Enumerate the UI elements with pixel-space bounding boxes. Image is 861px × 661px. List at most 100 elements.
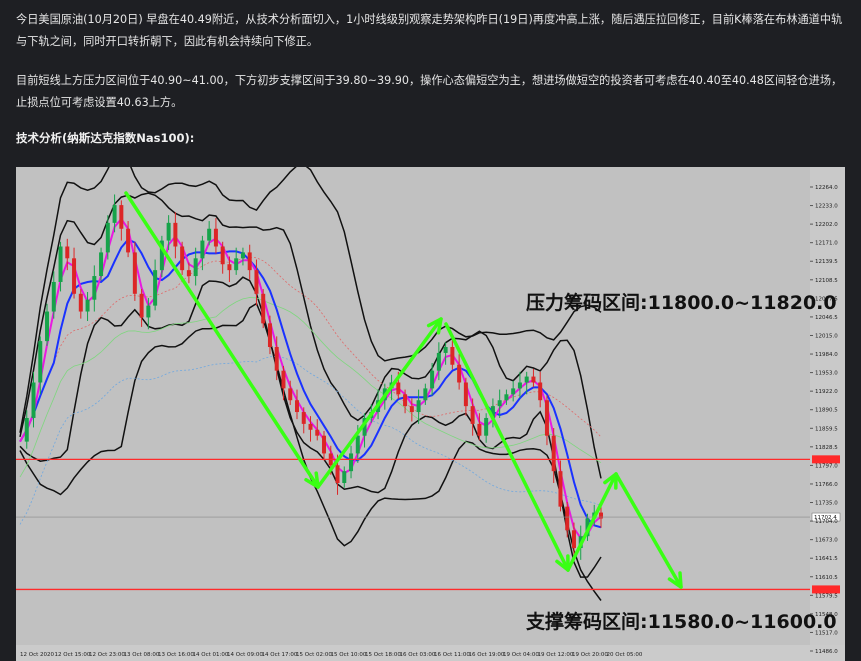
candle-body [51, 281, 56, 312]
y-tick-label: 12264.0 [815, 185, 838, 191]
y-tick-label: 12108.5 [815, 278, 838, 284]
x-tick-label: 15 Oct 02:00 [296, 652, 332, 658]
candle-body [538, 382, 543, 401]
y-tick-label: 11704.0 [815, 519, 838, 525]
y-tick-label: 11641.5 [815, 556, 838, 562]
candle-body [436, 352, 441, 371]
candle-body [72, 258, 77, 294]
candle-body [524, 376, 529, 383]
y-tick-label: 11610.5 [815, 575, 838, 581]
candle-body [294, 400, 299, 413]
candle-body [267, 323, 272, 348]
y-tick-label: 11766.0 [815, 482, 838, 488]
candle-body [599, 512, 603, 519]
candle-body [254, 270, 259, 294]
candle-body [335, 465, 340, 483]
candle-body [207, 228, 212, 241]
candle-body [470, 406, 475, 424]
candle-body [166, 222, 171, 241]
candle-body [234, 258, 239, 271]
candle-body [193, 258, 198, 277]
candle-body [240, 252, 245, 259]
x-tick-label: 19 Oct 12:00 [538, 652, 574, 658]
candle-body [38, 341, 43, 383]
y-tick-label: 12046.5 [815, 315, 838, 321]
candle-body [180, 246, 185, 271]
y-tick-label: 12171.0 [815, 241, 838, 247]
candle-body [355, 435, 360, 454]
section-heading: 技术分析(纳斯达克指数Nas100): [16, 131, 195, 145]
resistance-label: 压力筹码区间:11800.0~11820.0 [526, 291, 837, 314]
y-tick-label: 11828.5 [815, 445, 838, 451]
paragraph-1: 今日美国原油(10月20日) 早盘在40.49附近，从技术分析面切入，1小时线级… [16, 13, 843, 48]
candle-body [551, 435, 556, 472]
candle-body [477, 423, 482, 436]
candle-body [45, 311, 50, 342]
candle-body [92, 276, 97, 300]
support-label: 支撑筹码区间:11580.0~11600.0 [525, 610, 837, 633]
candle-body [85, 299, 90, 312]
candle-body [517, 382, 522, 389]
candle-body [565, 506, 570, 531]
y-tick-label: 11953.0 [815, 371, 838, 377]
y-tick-label: 12202.0 [815, 222, 838, 228]
candle-body [119, 205, 124, 229]
candle-body [153, 270, 158, 306]
support-price-tag [812, 585, 840, 594]
candle-body [443, 347, 448, 353]
candle-body [322, 435, 327, 454]
candle-body [416, 400, 421, 413]
y-tick-label: 12139.5 [815, 259, 838, 265]
y-tick-label: 11922.0 [815, 389, 838, 395]
x-tick-label: 15 Oct 10:00 [331, 652, 367, 658]
candle-body [281, 370, 286, 389]
candle-body [308, 423, 313, 430]
candle-body [186, 270, 191, 277]
x-tick-label: 19 Oct 04:00 [503, 652, 539, 658]
candle-body [531, 376, 536, 383]
candle-body [112, 205, 117, 223]
x-tick-label: 14 Oct 17:00 [262, 652, 298, 658]
x-tick-label: 12 Oct 2020 [20, 652, 55, 658]
candle-body [65, 246, 70, 259]
x-tick-label: 13 Oct 16:00 [158, 652, 194, 658]
candle-body [247, 252, 252, 271]
x-tick-label: 20 Oct 05:00 [607, 652, 643, 658]
chart-svg: 11702.4 12264.012233.012202.012171.01213… [16, 167, 845, 661]
candle-body [139, 293, 144, 318]
x-tick-label: 13 Oct 08:00 [124, 652, 160, 658]
candle-body [132, 252, 137, 294]
x-tick-label: 15 Oct 18:00 [365, 652, 401, 658]
candle-body [504, 394, 509, 401]
y-tick-label: 11859.5 [815, 426, 838, 432]
y-tick-label: 11890.5 [815, 408, 838, 414]
candle-body [274, 347, 279, 371]
candle-body [146, 305, 151, 318]
candle-body [315, 429, 320, 436]
candle-body [261, 293, 266, 324]
candle-body [544, 400, 549, 436]
candle-body [288, 388, 293, 401]
candle-body [173, 222, 178, 247]
candle-body [484, 417, 489, 436]
x-tick-label: 19 Oct 20:00 [572, 652, 608, 658]
x-tick-label: 14 Oct 01:00 [193, 652, 229, 658]
x-tick-label: 14 Oct 09:00 [227, 652, 263, 658]
candle-body [78, 293, 83, 312]
chart-background [16, 167, 845, 661]
resistance-price-tag [812, 455, 840, 464]
candle-body [409, 406, 414, 413]
candle-body [200, 240, 205, 259]
y-tick-label: 12015.0 [815, 333, 838, 339]
candle-body [497, 400, 502, 407]
chart: 11702.4 12264.0 12233.0 12202.0 12171.0 1213… [16, 167, 845, 661]
candle-body [342, 471, 347, 483]
y-tick-label: 11486.0 [815, 649, 838, 655]
candle-body [126, 228, 131, 253]
candle-body [430, 370, 435, 389]
candle-body [58, 246, 63, 282]
y-tick-label: 11673.0 [815, 538, 838, 544]
candle-body [105, 222, 110, 253]
candle-body [99, 252, 104, 277]
candle-body [31, 382, 36, 418]
